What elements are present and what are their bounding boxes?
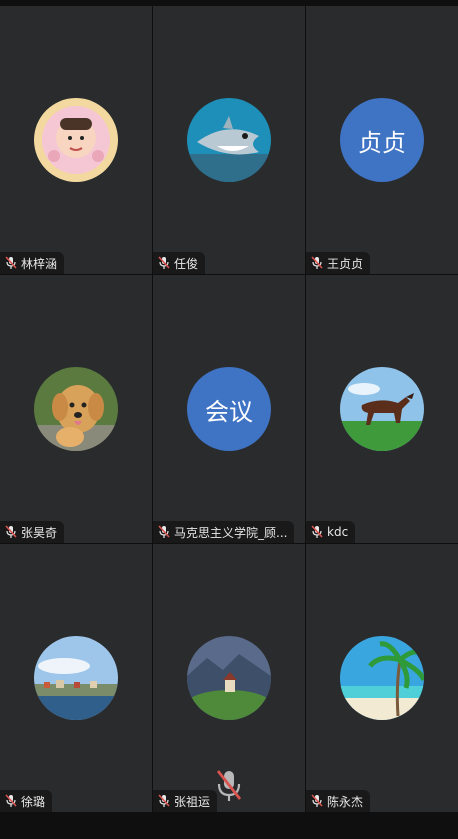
lakeside-town-avatar (34, 636, 118, 720)
participant-tile[interactable]: 会议 马克思主义学院_顾... (153, 275, 305, 543)
mic-muted-icon (5, 794, 17, 808)
mic-muted-icon (158, 794, 170, 808)
name-tag: 张昊奇 (0, 521, 65, 543)
name-tag: 任俊 (153, 252, 206, 274)
participant-name: 马克思主义学院_顾... (174, 525, 288, 540)
name-tag: 张祖运 (153, 790, 218, 812)
participant-name: 王贞贞 (327, 256, 364, 271)
palm-beach-avatar (340, 636, 424, 720)
name-tag: 徐璐 (0, 790, 53, 812)
mic-muted-icon (311, 525, 323, 539)
participant-tile[interactable]: kdc (306, 275, 458, 543)
participant-name: 张祖运 (174, 794, 211, 809)
participant-name: kdc (327, 525, 349, 539)
mic-muted-icon (311, 256, 323, 270)
mic-muted-icon (5, 256, 17, 270)
dog-avatar (34, 367, 118, 451)
shark-avatar (187, 98, 271, 182)
name-tag: kdc (306, 521, 356, 543)
participant-name: 徐璐 (21, 794, 46, 809)
text-avatar: 会议 (187, 367, 271, 451)
mic-muted-icon (5, 525, 17, 539)
name-tag: 王贞贞 (306, 252, 371, 274)
video-grid: 林梓涵 任俊 贞贞 王贞贞 张昊奇 会议 马克思主义学院_顾... kdc 徐璐… (0, 6, 458, 816)
participant-tile[interactable]: 任俊 (153, 6, 305, 274)
horse-avatar (340, 367, 424, 451)
participant-name: 任俊 (174, 256, 199, 271)
mic-muted-icon[interactable] (214, 768, 244, 804)
participant-tile[interactable]: 贞贞 王贞贞 (306, 6, 458, 274)
participant-tile[interactable]: 张昊奇 (0, 275, 152, 543)
text-avatar: 贞贞 (340, 98, 424, 182)
participant-tile[interactable]: 陈永杰 (306, 544, 458, 812)
mic-muted-icon (158, 525, 170, 539)
mic-muted-icon (158, 256, 170, 270)
hill-church-avatar (187, 636, 271, 720)
participant-tile[interactable]: 林梓涵 (0, 6, 152, 274)
participant-name: 张昊奇 (21, 525, 58, 540)
mic-muted-icon (311, 794, 323, 808)
name-tag: 陈永杰 (306, 790, 371, 812)
participant-name: 林梓涵 (21, 256, 58, 271)
cartoon-girl-avatar (34, 98, 118, 182)
participant-tile[interactable]: 徐璐 (0, 544, 152, 812)
name-tag: 林梓涵 (0, 252, 65, 274)
name-tag: 马克思主义学院_顾... (153, 521, 295, 543)
participant-name: 陈永杰 (327, 794, 364, 809)
